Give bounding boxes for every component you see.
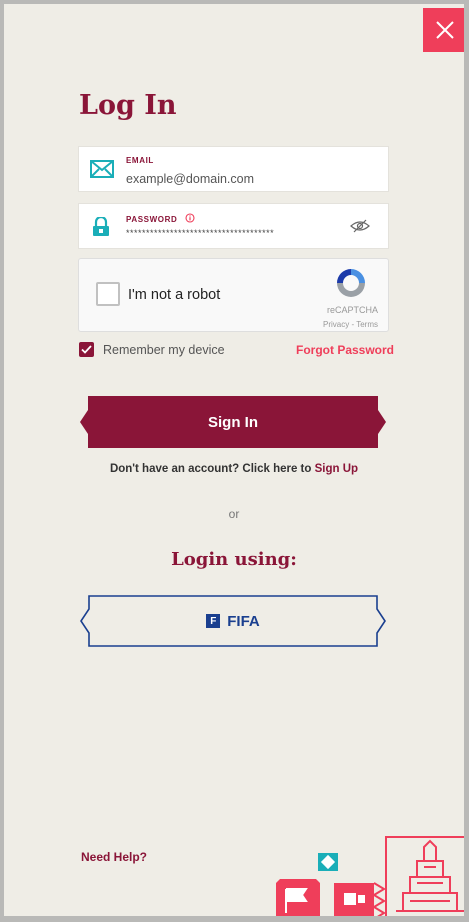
close-button[interactable] (423, 8, 464, 52)
recaptcha-brand: reCAPTCHA (326, 305, 378, 315)
recaptcha-label: I'm not a robot (128, 287, 221, 303)
checkmark-icon (81, 345, 92, 354)
fifa-label: FIFA (227, 612, 260, 630)
email-label: EMAIL (126, 156, 154, 165)
remember-device[interactable]: Remember my device (79, 342, 225, 357)
city-illustration (276, 836, 464, 916)
page-title: Log In (79, 90, 177, 121)
lock-icon (93, 217, 109, 236)
password-field[interactable]: PASSWORD *******************************… (78, 203, 389, 249)
need-help-link[interactable]: Need Help? (81, 850, 147, 864)
signup-prompt-text: Don't have an account? Click here to (109, 463, 315, 475)
email-field[interactable]: EMAIL example@domain.com (78, 146, 389, 192)
recaptcha-terms-link[interactable]: Terms (356, 320, 378, 329)
password-label-text: PASSWORD (126, 215, 178, 224)
sign-in-label: Sign In (208, 413, 258, 431)
recaptcha-widget: I'm not a robot reCAPTCHA Privacy - Term… (78, 258, 389, 332)
recaptcha-links: Privacy - Terms (323, 320, 378, 329)
recaptcha-checkbox[interactable] (96, 282, 120, 306)
login-panel: Log In EMAIL example@domain.com PASSWORD… (4, 4, 464, 916)
sign-in-button[interactable]: Sign In (80, 396, 386, 448)
forgot-password-link[interactable]: Forgot Password (296, 343, 394, 357)
envelope-icon (90, 160, 114, 178)
info-icon[interactable] (185, 213, 195, 223)
recaptcha-privacy-link[interactable]: Privacy (323, 320, 349, 329)
remember-checkbox[interactable] (79, 342, 94, 357)
password-input[interactable]: ************************************* (126, 228, 274, 238)
remember-label: Remember my device (103, 342, 225, 357)
email-input[interactable]: example@domain.com (126, 172, 254, 186)
fifa-logo-icon: F (206, 614, 221, 628)
recaptcha-logo-icon (337, 269, 365, 297)
signup-prompt: Don't have an account? Click here to Sig… (4, 463, 464, 475)
close-icon (436, 21, 454, 39)
fifa-login-button[interactable]: F FIFA (80, 595, 386, 647)
eye-slash-icon[interactable] (350, 219, 370, 233)
sign-up-link[interactable]: Sign Up (315, 463, 358, 475)
login-using-heading: Login using: (171, 549, 297, 570)
or-divider: or (228, 507, 240, 521)
password-label: PASSWORD (126, 213, 195, 224)
fifa-login-content: F FIFA (80, 595, 386, 647)
